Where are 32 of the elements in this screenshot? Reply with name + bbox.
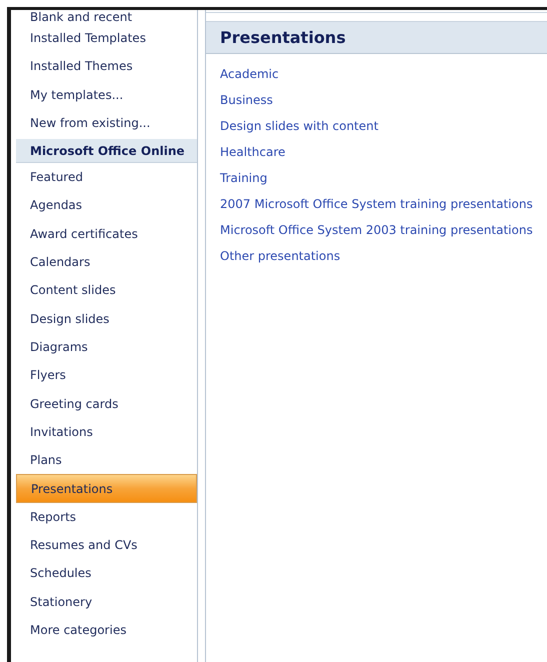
category-item[interactable]: Award certificates bbox=[16, 220, 197, 248]
category-item[interactable]: Plans bbox=[16, 446, 197, 474]
category-item[interactable]: Diagrams bbox=[16, 332, 197, 362]
section-header: Microsoft Office Online bbox=[16, 139, 197, 164]
category-link[interactable]: Healthcare bbox=[220, 139, 286, 165]
category-item[interactable]: Presentations bbox=[16, 474, 197, 503]
panel-title: Presentations bbox=[220, 28, 346, 47]
category-item[interactable]: Flyers bbox=[16, 361, 197, 390]
category-link[interactable]: Microsoft Office System 2003 training presentations bbox=[220, 217, 533, 243]
category-item[interactable]: Stationery bbox=[16, 588, 197, 616]
category-item[interactable]: Design slides bbox=[16, 304, 197, 333]
category-item[interactable]: Calendars bbox=[16, 248, 197, 276]
category-item[interactable]: Installed Themes bbox=[16, 52, 197, 81]
category-item[interactable]: My templates... bbox=[16, 80, 197, 109]
category-item[interactable]: Agendas bbox=[16, 191, 197, 220]
category-item[interactable]: New from existing... bbox=[16, 108, 197, 138]
category-link[interactable]: Academic bbox=[220, 61, 279, 87]
category-item[interactable]: More categories bbox=[16, 616, 197, 644]
category-link[interactable]: Business bbox=[220, 87, 273, 113]
category-item[interactable]: Blank and recent bbox=[16, 10, 197, 24]
category-item[interactable]: Greeting cards bbox=[16, 390, 197, 418]
category-item[interactable]: Featured bbox=[16, 163, 197, 192]
category-link[interactable]: Other presentations bbox=[220, 243, 340, 269]
category-item[interactable]: Content slides bbox=[16, 276, 197, 305]
category-item[interactable]: Installed Templates bbox=[16, 24, 197, 52]
category-item[interactable]: Schedules bbox=[16, 559, 197, 588]
category-item[interactable]: Reports bbox=[16, 502, 197, 532]
category-item[interactable]: Resumes and CVs bbox=[16, 531, 197, 560]
category-link[interactable]: Training bbox=[220, 165, 268, 191]
category-link[interactable]: Design slides with content bbox=[220, 113, 378, 139]
category-link[interactable]: 2007 Microsoft Office System training presentations bbox=[220, 191, 533, 217]
category-item[interactable]: Invitations bbox=[16, 418, 197, 446]
